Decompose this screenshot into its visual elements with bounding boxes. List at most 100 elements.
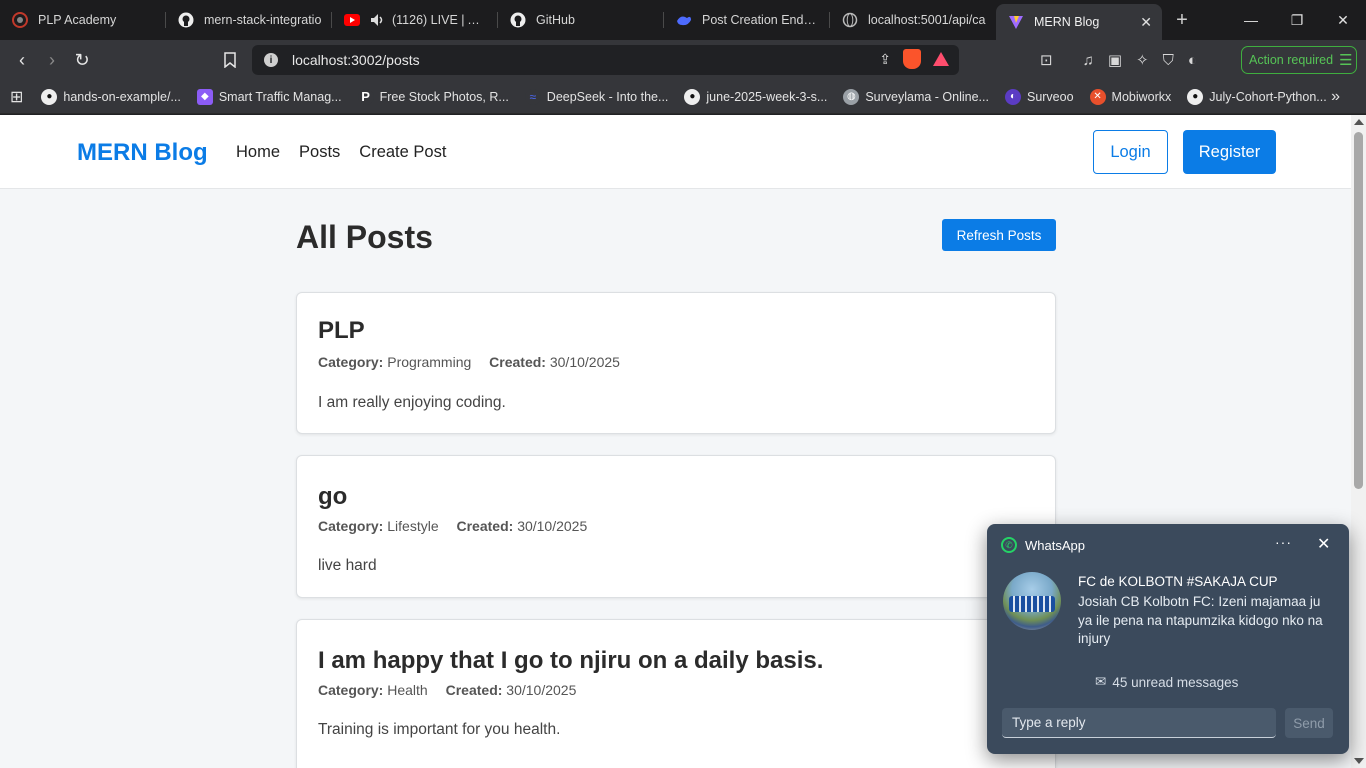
created-label: Created: <box>445 682 503 698</box>
tab-post-creation-endpoint[interactable]: Post Creation Endpoi <box>664 0 830 40</box>
minimize-icon[interactable]: — <box>1228 0 1274 40</box>
bookmark-label: Smart Traffic Manag... <box>218 89 342 104</box>
more-options-icon[interactable]: ··· <box>1275 534 1292 550</box>
reply-input[interactable]: Type a reply <box>1002 708 1276 738</box>
post-category: Health <box>387 682 428 698</box>
close-tab-icon[interactable]: ✕ <box>1140 14 1152 31</box>
post-category: Lifestyle <box>387 518 439 534</box>
vpn-icon[interactable]: ⛉ <box>1163 52 1174 69</box>
site-brand[interactable]: MERN Blog <box>77 139 208 167</box>
globe-icon: ◍ <box>843 88 860 105</box>
leo-ai-icon[interactable]: ✧ <box>1136 51 1149 69</box>
github-icon <box>178 12 194 28</box>
post-created: 30/10/2025 <box>506 682 577 698</box>
unread-count: 45 unread messages <box>1112 674 1239 690</box>
vite-icon <box>1008 14 1024 30</box>
post-card[interactable]: go Category: Lifestyle Created: 30/10/20… <box>296 455 1056 598</box>
post-card[interactable]: I am happy that I go to njiru on a daily… <box>296 619 1056 768</box>
bookmark-page-icon[interactable] <box>215 45 245 75</box>
register-button[interactable]: Register <box>1183 130 1276 174</box>
login-button[interactable]: Login <box>1093 130 1168 174</box>
post-created: 30/10/2025 <box>517 518 588 534</box>
post-body: Training is important for you health. <box>318 721 561 738</box>
bookmark-item[interactable]: P Free Stock Photos, R... <box>357 88 509 105</box>
wallet-icon[interactable]: ▣ <box>1108 51 1122 69</box>
scroll-up-icon[interactable] <box>1354 119 1364 125</box>
post-card[interactable]: PLP Category: Programming Created: 30/10… <box>296 292 1056 434</box>
speaker-icon[interactable] <box>370 12 386 28</box>
bookmark-item[interactable]: ✕ Mobiworkx <box>1089 88 1171 105</box>
scroll-down-icon[interactable] <box>1354 758 1364 764</box>
category-label: Category: <box>318 518 384 534</box>
bookmark-item[interactable]: ◆ Smart Traffic Manag... <box>196 88 342 105</box>
page-title: All Posts <box>296 219 433 255</box>
pexels-icon: P <box>357 88 374 105</box>
bookmark-label: Surveylama - Online... <box>865 89 989 104</box>
bookmark-item[interactable]: ● July-Cohort-Python... <box>1187 88 1327 105</box>
nav-home-link[interactable]: Home <box>236 143 280 162</box>
post-title[interactable]: PLP <box>318 317 365 345</box>
refresh-posts-button[interactable]: Refresh Posts <box>942 219 1056 251</box>
tab-localhost-api[interactable]: localhost:5001/api/ca <box>830 0 996 40</box>
close-notification-icon[interactable]: ✕ <box>1317 534 1330 554</box>
brave-rewards-icon[interactable] <box>933 52 949 66</box>
group-avatar <box>1003 572 1061 630</box>
forward-icon[interactable]: › <box>37 45 67 75</box>
bookmark-item[interactable]: ◐ Surveoo <box>1004 88 1074 105</box>
apps-icon[interactable]: ⊞ <box>10 87 23 107</box>
brave-shields-icon[interactable] <box>903 49 921 69</box>
nav-posts-link[interactable]: Posts <box>299 143 340 162</box>
tab-title: Post Creation Endpoi <box>702 13 820 27</box>
tab-mern-blog[interactable]: MERN Blog ✕ <box>996 4 1162 40</box>
bookmark-item[interactable]: ≈ DeepSeek - Into the... <box>524 88 668 105</box>
notification-header: ✆ WhatsApp <box>1001 537 1085 553</box>
action-required-button[interactable]: Action required ☰ <box>1241 46 1357 74</box>
menu-icon: ☰ <box>1339 52 1353 69</box>
action-required-label: Action required <box>1249 53 1334 67</box>
category-label: Category: <box>318 354 384 370</box>
profile-icon[interactable]: ◐ <box>1188 52 1197 69</box>
github-icon: ● <box>41 88 58 105</box>
screenshot-icon[interactable]: ⊡ <box>1040 51 1053 69</box>
post-category: Programming <box>387 354 472 370</box>
scrollbar-thumb[interactable] <box>1354 132 1363 489</box>
tab-title: GitHub <box>536 13 575 27</box>
media-icon[interactable]: ♫ <box>1083 52 1094 69</box>
toolbar-icons: ⊡ ♫ ▣ ✧ ⛉ ◐ <box>1040 40 1197 80</box>
created-label: Created: <box>489 354 546 370</box>
post-body: I am really enjoying coding. <box>318 394 506 411</box>
tab-mern-stack-integration[interactable]: mern-stack-integratio <box>166 0 332 40</box>
post-title[interactable]: I am happy that I go to njiru on a daily… <box>318 647 823 675</box>
bookmark-item[interactable]: ● hands-on-example/... <box>41 88 181 105</box>
page-scrollbar[interactable] <box>1351 115 1366 768</box>
share-icon[interactable]: ⇪ <box>879 51 891 68</box>
surveoo-icon: ◐ <box>1004 88 1021 105</box>
more-bookmarks-icon[interactable]: » <box>1331 88 1340 106</box>
bookmark-item[interactable]: ◍ Surveylama - Online... <box>843 88 989 105</box>
tab-youtube-live[interactable]: (1126) LIVE | Al Ah <box>332 0 498 40</box>
nav-create-post-link[interactable]: Create Post <box>359 143 446 162</box>
restore-icon[interactable]: ❐ <box>1274 0 1320 40</box>
github-icon: ● <box>684 88 701 105</box>
send-button[interactable]: Send <box>1285 708 1333 738</box>
back-icon[interactable]: ‹ <box>7 45 37 75</box>
post-title[interactable]: go <box>318 483 347 511</box>
whatsapp-notification[interactable]: ✆ WhatsApp ··· ✕ FC de KOLBOTN #SAKAJA C… <box>987 524 1349 754</box>
category-label: Category: <box>318 682 384 698</box>
tab-strip: PLP Academy mern-stack-integratio (1126)… <box>0 0 1366 40</box>
address-bar[interactable]: i localhost:3002/posts ⇪ <box>252 45 959 75</box>
tab-title: MERN Blog <box>1034 15 1100 29</box>
bookmark-label: hands-on-example/... <box>63 89 181 104</box>
tab-plp-academy[interactable]: PLP Academy <box>0 0 166 40</box>
reload-icon[interactable]: ↻ <box>67 45 97 75</box>
site-info-icon[interactable]: i <box>264 53 278 67</box>
bookmark-label: Free Stock Photos, R... <box>379 89 509 104</box>
mobiworkx-icon: ✕ <box>1089 88 1106 105</box>
window-controls: — ❐ ✕ <box>1228 0 1366 40</box>
unread-messages: ✉ 45 unread messages <box>1095 674 1238 690</box>
github-icon: ● <box>1187 88 1204 105</box>
bookmark-item[interactable]: ● june-2025-week-3-s... <box>684 88 827 105</box>
close-window-icon[interactable]: ✕ <box>1320 0 1366 40</box>
new-tab-button[interactable]: + <box>1162 0 1202 40</box>
tab-github[interactable]: GitHub <box>498 0 664 40</box>
